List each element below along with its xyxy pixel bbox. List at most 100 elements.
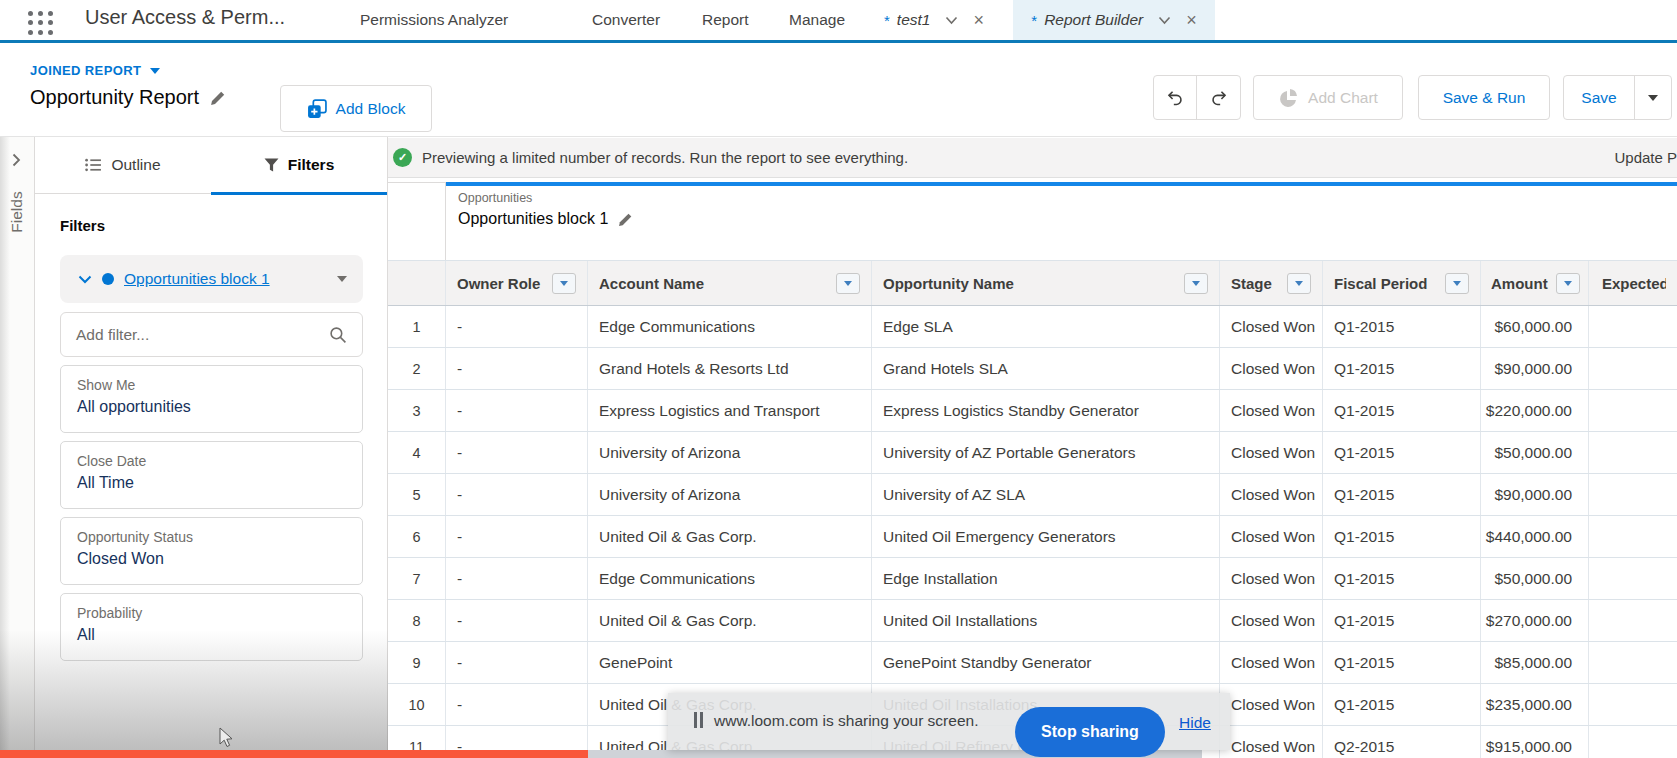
table-cell[interactable]: $915,000.00 (1481, 726, 1589, 758)
table-cell[interactable]: - (446, 474, 588, 515)
table-cell[interactable]: - (446, 642, 588, 683)
table-cell[interactable]: Closed Won (1220, 558, 1323, 599)
table-cell[interactable]: Closed Won (1220, 474, 1323, 515)
table-cell[interactable] (1589, 642, 1677, 683)
save-and-run-button[interactable]: Save & Run (1418, 75, 1550, 120)
column-menu-icon[interactable] (836, 273, 860, 294)
table-cell[interactable]: Closed Won (1220, 432, 1323, 473)
edit-pencil-icon[interactable] (618, 212, 633, 227)
column-menu-icon[interactable] (1184, 273, 1208, 294)
hide-link[interactable]: Hide (1179, 714, 1211, 732)
column-menu-icon[interactable] (1556, 273, 1580, 294)
app-launcher-icon[interactable] (28, 11, 55, 36)
table-cell[interactable] (1589, 348, 1677, 389)
table-cell[interactable]: Closed Won (1220, 306, 1323, 347)
redo-button[interactable] (1197, 76, 1240, 119)
save-button[interactable]: Save (1564, 89, 1634, 107)
table-cell[interactable]: GenePoint Standby Generator (872, 642, 1220, 683)
tab-report[interactable]: Report (702, 0, 749, 40)
update-preview-label[interactable]: Update P (1614, 149, 1677, 166)
table-cell[interactable]: Closed Won (1220, 348, 1323, 389)
filter-card-probability[interactable]: Probability All (60, 593, 363, 661)
column-header[interactable]: Owner Role (446, 261, 588, 305)
table-cell[interactable]: - (446, 306, 588, 347)
table-cell[interactable]: Q1-2015 (1323, 432, 1481, 473)
table-cell[interactable]: $50,000.00 (1481, 558, 1589, 599)
table-cell[interactable]: Q1-2015 (1323, 600, 1481, 641)
column-header[interactable]: Amount (1481, 261, 1589, 305)
column-menu-icon[interactable] (1445, 273, 1469, 294)
table-cell[interactable] (1589, 516, 1677, 557)
table-cell[interactable]: - (446, 390, 588, 431)
table-cell[interactable]: - (446, 348, 588, 389)
undo-button[interactable] (1154, 76, 1197, 119)
column-header[interactable]: Stage (1220, 261, 1323, 305)
save-menu-button[interactable] (1634, 76, 1671, 119)
table-cell[interactable]: Q1-2015 (1323, 390, 1481, 431)
tab-report-builder[interactable]: * Report Builder × (1013, 0, 1215, 40)
table-cell[interactable]: Edge Communications (588, 558, 872, 599)
table-cell[interactable]: Express Logistics Standby Generator (872, 390, 1220, 431)
table-cell[interactable]: Q2-2015 (1323, 726, 1481, 758)
table-cell[interactable]: - (446, 516, 588, 557)
table-cell[interactable]: - (446, 432, 588, 473)
table-cell[interactable]: - (446, 600, 588, 641)
chevron-down-icon[interactable] (1158, 16, 1171, 25)
table-cell[interactable]: - (446, 684, 588, 725)
table-cell[interactable]: $235,000.00 (1481, 684, 1589, 725)
table-cell[interactable]: Edge Communications (588, 306, 872, 347)
table-cell[interactable] (1589, 600, 1677, 641)
column-menu-icon[interactable] (1287, 273, 1311, 294)
table-cell[interactable]: University of AZ Portable Generators (872, 432, 1220, 473)
add-chart-button[interactable]: Add Chart (1253, 75, 1403, 120)
table-cell[interactable]: Q1-2015 (1323, 642, 1481, 683)
table-cell[interactable] (1589, 726, 1677, 758)
tab-outline[interactable]: Outline (35, 137, 211, 193)
table-cell[interactable]: University of AZ SLA (872, 474, 1220, 515)
block-filter-link[interactable]: Opportunities block 1 (124, 270, 270, 288)
report-type-selector[interactable]: JOINED REPORT (30, 63, 160, 78)
column-header[interactable]: Fiscal Period (1323, 261, 1481, 305)
filter-card-show-me[interactable]: Show Me All opportunities (60, 365, 363, 433)
table-cell[interactable]: $220,000.00 (1481, 390, 1589, 431)
close-icon[interactable]: × (1186, 11, 1197, 29)
table-cell[interactable]: $60,000.00 (1481, 306, 1589, 347)
tab-converter[interactable]: Converter (592, 0, 660, 40)
chevron-down-icon[interactable] (945, 16, 958, 25)
filter-card-close-date[interactable]: Close Date All Time (60, 441, 363, 509)
add-block-button[interactable]: Add Block (280, 85, 432, 132)
table-cell[interactable]: Q1-2015 (1323, 516, 1481, 557)
tab-permissions-analyzer[interactable]: Permissions Analyzer (360, 0, 508, 40)
column-header[interactable]: Account Name (588, 261, 872, 305)
table-cell[interactable]: Q1-2015 (1323, 558, 1481, 599)
table-cell[interactable]: Express Logistics and Transport (588, 390, 872, 431)
table-cell[interactable] (1589, 306, 1677, 347)
table-cell[interactable]: Edge Installation (872, 558, 1220, 599)
table-cell[interactable] (1589, 474, 1677, 515)
table-cell[interactable]: GenePoint (588, 642, 872, 683)
expand-fields-icon[interactable] (12, 153, 21, 167)
table-cell[interactable] (1589, 432, 1677, 473)
table-cell[interactable]: United Oil Emergency Generators (872, 516, 1220, 557)
table-cell[interactable]: Closed Won (1220, 642, 1323, 683)
table-cell[interactable]: $270,000.00 (1481, 600, 1589, 641)
table-cell[interactable]: Closed Won (1220, 516, 1323, 557)
filter-card-opportunity-status[interactable]: Opportunity Status Closed Won (60, 517, 363, 585)
table-cell[interactable]: $90,000.00 (1481, 474, 1589, 515)
table-cell[interactable]: Q1-2015 (1323, 684, 1481, 725)
edit-pencil-icon[interactable] (210, 90, 226, 106)
table-cell[interactable]: Q1-2015 (1323, 474, 1481, 515)
table-cell[interactable]: - (446, 558, 588, 599)
table-cell[interactable]: Grand Hotels SLA (872, 348, 1220, 389)
table-cell[interactable]: United Oil & Gas Corp. (588, 600, 872, 641)
table-cell[interactable] (1589, 684, 1677, 725)
add-filter-input[interactable]: Add filter... (60, 312, 363, 357)
table-cell[interactable]: University of Arizona (588, 432, 872, 473)
table-cell[interactable]: $90,000.00 (1481, 348, 1589, 389)
close-icon[interactable]: × (973, 11, 984, 29)
table-cell[interactable] (1589, 390, 1677, 431)
table-cell[interactable]: Grand Hotels & Resorts Ltd (588, 348, 872, 389)
chevron-down-icon[interactable] (78, 275, 92, 284)
table-cell[interactable]: Closed Won (1220, 390, 1323, 431)
table-cell[interactable]: $85,000.00 (1481, 642, 1589, 683)
